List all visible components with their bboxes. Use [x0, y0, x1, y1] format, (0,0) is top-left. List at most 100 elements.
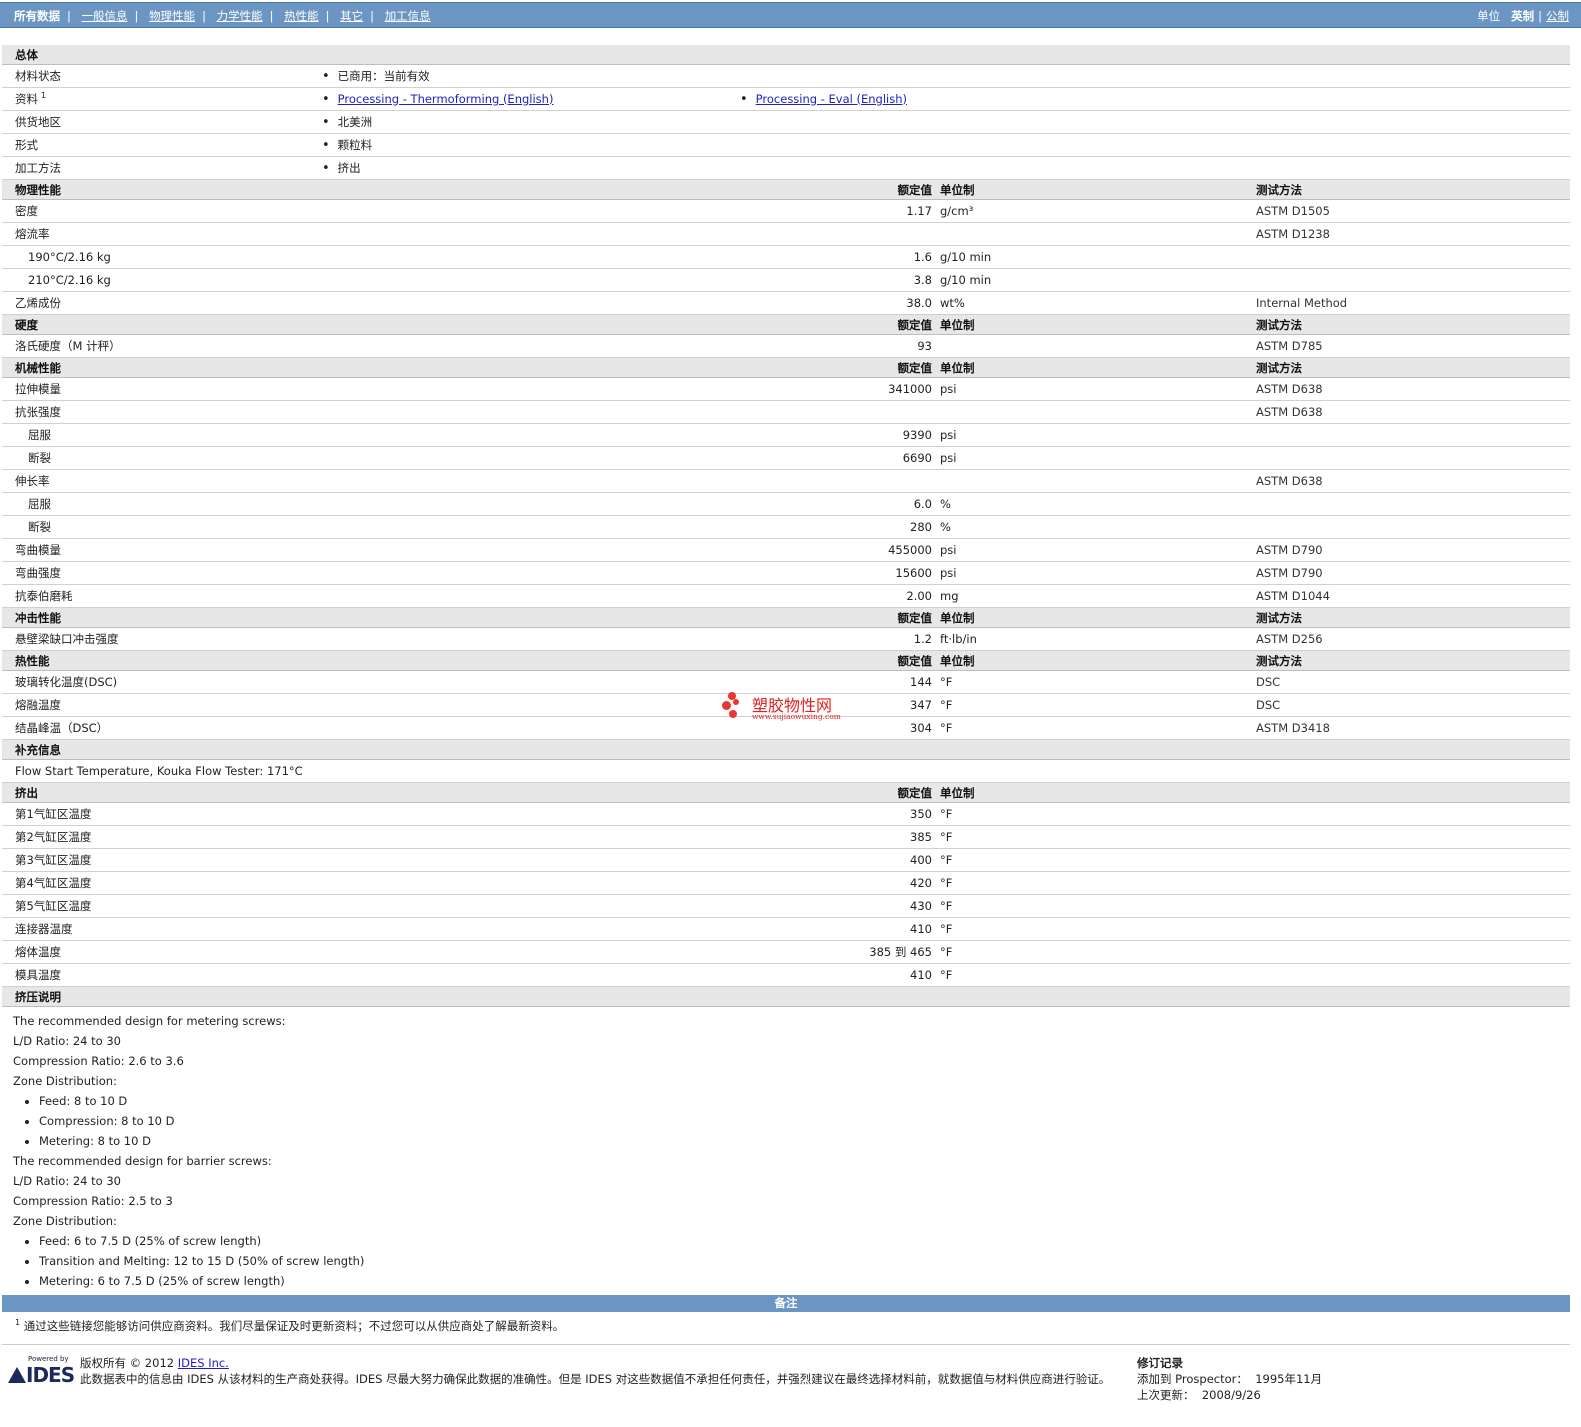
test-method-header: 测试方法 [1256, 650, 1571, 671]
property-unit: °F [940, 825, 1256, 849]
section-header: 挤出 额定值 单位制 [2, 782, 1571, 803]
table-row: 熔体温度 385 到 465 °F [2, 940, 1571, 964]
section-header: 物理性能 额定值 单位制 测试方法 [2, 179, 1571, 200]
property-unit: °F [940, 963, 1256, 987]
logo-name: IDES [26, 1363, 75, 1387]
property-value: 1.6 [740, 245, 940, 269]
property-value: 350 [740, 802, 940, 826]
property-value: 1.17 [740, 199, 940, 223]
property-label: 乙烯成份 [2, 291, 322, 315]
test-method: ASTM D1505 [1256, 199, 1571, 223]
table-row: 熔流率 ASTM D1238 [2, 222, 1571, 246]
revision-history: 修订记录 添加到 Prospector： 1995年11月 上次更新： 2008… [1137, 1355, 1322, 1403]
property-unit: °F [940, 917, 1256, 941]
property-unit: °F [940, 894, 1256, 918]
test-method: ASTM D256 [1256, 627, 1571, 651]
nav-all-data[interactable]: 所有数据 [14, 9, 60, 23]
table-row: 洛氏硬度（M 计秤） 93 ASTM D785 [2, 334, 1571, 358]
property-label: 熔融温度 [2, 693, 322, 717]
note-line: The recommended design for metering scre… [13, 1014, 286, 1028]
section-header: 机械性能 额定值 单位制 测试方法 [2, 357, 1571, 378]
property-value: 430 [740, 894, 940, 918]
section-title: 冲击性能 [2, 607, 322, 628]
nav-thermal[interactable]: 热性能 [284, 9, 319, 23]
table-row: 连接器温度 410 °F [2, 917, 1571, 941]
property-value [740, 400, 940, 424]
copyright-block: 版权所有 © 2012 IDES Inc. 此数据表中的信息由 IDES 从该材… [80, 1355, 1110, 1387]
property-unit: % [940, 492, 1256, 516]
property-value: 6690 [740, 446, 940, 470]
nav-other[interactable]: 其它 [340, 9, 363, 23]
property-value: 2.00 [740, 584, 940, 608]
section-header: 补充信息 [2, 739, 1571, 760]
row-label: 供货地区 [2, 110, 322, 134]
added-label: 添加到 Prospector： [1137, 1372, 1248, 1386]
table-row: 第5气缸区温度 430 °F [2, 894, 1571, 918]
disclaimer-text: 此数据表中的信息由 IDES 从该材料的生产商处获得。IDES 尽最大努力确保此… [80, 1372, 1111, 1386]
nav-physical[interactable]: 物理性能 [149, 9, 195, 23]
nominal-header: 额定值 [740, 179, 940, 200]
nav-general-info[interactable]: 一般信息 [82, 9, 128, 23]
section-header: 总体 [2, 45, 1571, 65]
nominal-header: 额定值 [740, 607, 940, 628]
supplement-text: Flow Start Temperature, Kouka Flow Teste… [2, 759, 1571, 783]
test-method: ASTM D638 [1256, 469, 1571, 493]
units-label: 单位 [1477, 9, 1501, 23]
property-unit: psi [940, 423, 1256, 447]
property-value: 6.0 [740, 492, 940, 516]
property-label: 第1气缸区温度 [2, 802, 322, 826]
nominal-header: 额定值 [740, 782, 940, 803]
nav-mechanical[interactable]: 力学性能 [217, 9, 263, 23]
footnote-marker: 1 [15, 1318, 21, 1328]
section-title: 机械性能 [2, 357, 322, 378]
table-row: Flow Start Temperature, Kouka Flow Teste… [2, 759, 1571, 783]
ides-company-link[interactable]: IDES Inc. [178, 1356, 229, 1370]
property-unit: °F [940, 670, 1256, 694]
test-method [1256, 245, 1571, 269]
thermoforming-doc-link[interactable]: Processing - Thermoforming (English) [338, 92, 554, 106]
revision-title: 修订记录 [1137, 1356, 1183, 1370]
property-value: 1.2 [740, 627, 940, 651]
row-label: 资料 [15, 92, 38, 106]
property-label: 屈服 [2, 492, 322, 516]
updated-value: 2008/9/26 [1201, 1388, 1261, 1402]
nav-processing[interactable]: 加工信息 [385, 9, 431, 23]
table-row: 第2气缸区温度 385 °F [2, 825, 1571, 849]
test-method [1256, 423, 1571, 447]
units-metric-link[interactable]: 公制 [1546, 9, 1569, 23]
added-value: 1995年11月 [1255, 1372, 1323, 1386]
list-item: Compression: 8 to 10 D [39, 1111, 1581, 1131]
logo-powered-by: Powered by [28, 1355, 69, 1363]
table-row: 断裂 280% [2, 515, 1571, 539]
property-value [740, 469, 940, 493]
note-line: L/D Ratio: 24 to 30 [13, 1034, 121, 1048]
property-unit: g/10 min [940, 268, 1256, 292]
property-value: 341000 [740, 377, 940, 401]
datasheet-table: 总体 材料状态 已商用：当前有效 资料1 Processing - Thermo… [2, 45, 1571, 1007]
mechanical-section: 机械性能 额定值 单位制 测试方法 拉伸模量 341000 psi ASTM D638 抗张强度… [2, 357, 1571, 608]
property-unit [940, 469, 1256, 493]
note-line: Compression Ratio: 2.5 to 3 [13, 1194, 173, 1208]
nominal-header: 额定值 [740, 357, 940, 378]
property-label: 第2气缸区温度 [2, 825, 322, 849]
test-method: ASTM D1044 [1256, 584, 1571, 608]
table-row: 模具温度 410 °F [2, 963, 1571, 987]
note-line: Compression Ratio: 2.6 to 3.6 [13, 1054, 184, 1068]
property-unit: % [940, 515, 1256, 539]
row-value: 北美洲 [322, 115, 372, 129]
test-method: ASTM D790 [1256, 561, 1571, 585]
property-label: 悬壁梁缺口冲击强度 [2, 627, 322, 651]
test-method: ASTM D3418 [1256, 716, 1571, 740]
property-unit: g/cm³ [940, 199, 1256, 223]
property-unit: °F [940, 693, 1256, 717]
eval-doc-link[interactable]: Processing - Eval (English) [756, 92, 907, 106]
table-row: 密度 1.17 g/cm³ ASTM D1505 [2, 199, 1571, 223]
table-row: 供货地区 北美洲 [2, 110, 1571, 134]
property-unit: psi [940, 446, 1256, 470]
table-row: 材料状态 已商用：当前有效 [2, 64, 1571, 88]
section-title: 补充信息 [2, 739, 1571, 760]
unit-header: 单位制 [940, 179, 1256, 200]
footnote-text: 通过这些链接您能够访问供应商资料。我们尽量保证及时更新资料；不过您可以从供应商处… [23, 1319, 565, 1333]
property-label: 断裂 [2, 446, 322, 470]
property-label: 第5气缸区温度 [2, 894, 322, 918]
